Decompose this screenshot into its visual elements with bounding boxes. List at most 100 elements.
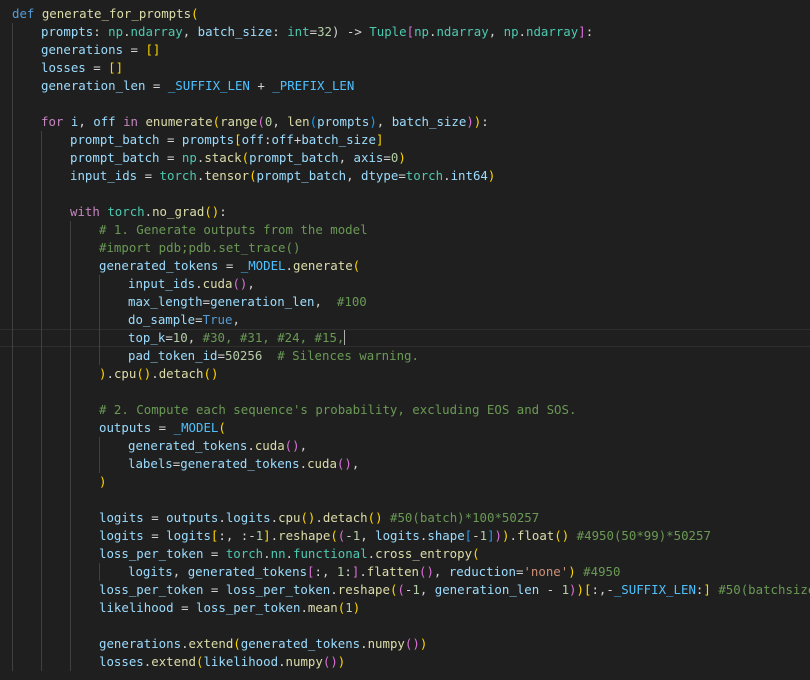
code-token-variable: loss_per_token [196,600,301,615]
code-token-default: , [172,564,188,579]
code-token-default: . [299,456,308,471]
code-line[interactable]: with torch.no_grad(): [70,203,227,221]
code-token-bracket1: ) [99,474,107,489]
code-token-default: . [359,564,367,579]
code-token-default: : [344,564,352,579]
indent-guide [12,383,13,401]
code-line[interactable]: prompt_batch = np.stack(prompt_batch, ax… [70,149,406,167]
code-token-number: 1 [345,600,353,615]
code-line[interactable]: loss_per_token = loss_per_token.reshape (… [99,581,810,599]
code-line[interactable]: #import pdb;pdb.set_trace() [99,239,300,257]
code-line[interactable]: input_ids = torch. tensor(prompt_batch, d… [70,167,495,185]
code-token-bracket1: () [367,510,383,525]
indent-guide [12,221,13,239]
code-line[interactable]: losses.extend(likelihood.numpy()) [99,653,345,671]
code-token-comment: #50(batchsize)*5 [718,582,810,597]
code-token-bracket1: ( [241,150,250,165]
code-line[interactable]: prompt_batch = prompts[off:off+batch_siz… [70,131,383,149]
code-token-comment: #30, #31, #24, #15, [202,330,345,345]
code-token-bracket1: ) [487,168,496,183]
indent-guide [12,185,13,203]
code-token-function: flatten [366,564,419,579]
code-line[interactable]: pad_token_id=50256 # Silences warning. [128,347,419,365]
code-line[interactable]: generated_tokens.cuda(), [128,437,307,455]
code-token-function: float [516,528,555,543]
code-token-default: . [151,366,159,381]
code-line[interactable]: logits = outputs.logits.cpu().detach() #… [99,509,539,527]
code-line[interactable]: outputs = _MODEL( [99,419,226,437]
code-token-function: numpy [367,636,405,651]
code-token-default: = [165,330,173,345]
code-line[interactable]: generations.extend(generated_tokens.nump… [99,635,427,653]
code-line[interactable]: logits = logits[:, :-1].reshape((-1, log… [99,527,711,545]
code-line[interactable]: # 1. Generate outputs from the model [99,221,368,239]
code-token-variable: shape [427,528,465,543]
code-line[interactable]: labels=generated_tokens.cuda(), [128,455,359,473]
code-token-default: : [272,24,288,39]
code-token-function: no_grad [152,204,205,219]
code-token-bracket1: ( [212,114,221,129]
code-token-variable: generations [99,636,182,651]
code-token-control: in [115,114,146,129]
code-token-bracket1: ] [263,528,271,543]
indent-guide [70,581,71,599]
code-token-constant: _MODEL [240,258,286,273]
code-token-number: 1 [412,582,420,597]
code-line[interactable]: top_k=10, #30, #31, #24, #15, [128,329,346,347]
code-editor[interactable]: def generate_for_prompts(prompts: np.nda… [0,0,810,680]
indent-guide [12,617,13,635]
code-token-bracket1: () [203,366,219,381]
indent-guide [99,293,100,311]
indent-guide [41,185,42,203]
indent-guide [12,275,13,293]
code-line[interactable]: input_ids.cuda(), [128,275,255,293]
indent-guide [41,167,42,185]
code-token-variable: prompt_batch [249,150,339,165]
code-line[interactable]: likelihood = loss_per_token.mean(1) [99,599,360,617]
code-line[interactable]: losses = [] [41,59,123,77]
code-token-default: = [202,294,211,309]
code-line[interactable]: ).cpu().detach() [99,365,218,383]
code-token-type: int [287,24,310,39]
code-token-variable: generated_tokens [180,456,300,471]
code-token-variable: prompt_batch [70,132,160,147]
code-token-type: np [503,24,519,39]
code-line[interactable]: prompts: np.ndarray, batch_size: int=32)… [41,23,593,41]
code-line[interactable]: # 2. Compute each sequence's probability… [99,401,576,419]
code-token-variable: logits [375,528,420,543]
code-token-default: . [300,600,308,615]
code-token-default: = [203,582,226,597]
code-token-type: Tuple [369,24,407,39]
code-token-number: 1 [479,528,488,543]
code-line[interactable]: generated_tokens = _MODEL.generate( [99,257,360,275]
current-line-highlight [0,329,810,347]
code-line[interactable]: generation_len = _SUFFIX_LEN + _PREFIX_L… [41,77,354,95]
code-token-variable: batch_size [391,114,467,129]
code-line[interactable]: generations = [] [41,41,160,59]
code-token-function: numpy [285,654,323,669]
indent-guide [41,329,42,347]
code-line[interactable]: def generate_for_prompts( [12,5,199,23]
indent-guide [99,311,100,329]
indent-guide [99,275,100,293]
code-line[interactable]: for i, off in enumerate(range(0, len(pro… [41,113,489,131]
code-token-function: cuda [254,438,285,453]
code-line[interactable]: ) [99,473,106,491]
code-token-default: = [203,546,226,561]
indent-guide [12,635,13,653]
code-line[interactable]: do_sample=True, [128,311,240,329]
code-token-bracket2: ] [578,24,586,39]
code-token-bracket1: ( [191,6,199,21]
code-token-variable: prompt_batch [256,168,347,183]
code-line[interactable]: logits, generated_tokens[:, 1:].flatten(… [128,563,620,581]
indent-guide [70,419,71,437]
code-token-bracket2: () [322,654,338,669]
code-token-default: = [123,42,146,57]
code-line[interactable]: loss_per_token = torch.nn.functional.cro… [99,545,480,563]
code-token-default: , [419,582,435,597]
code-token-default: . [247,438,255,453]
code-token-default: , [182,24,198,39]
code-token-variable: generated_tokens [128,438,248,453]
code-line[interactable]: max_length=generation_len, #100 [128,293,367,311]
code-token-default: = [137,168,160,183]
